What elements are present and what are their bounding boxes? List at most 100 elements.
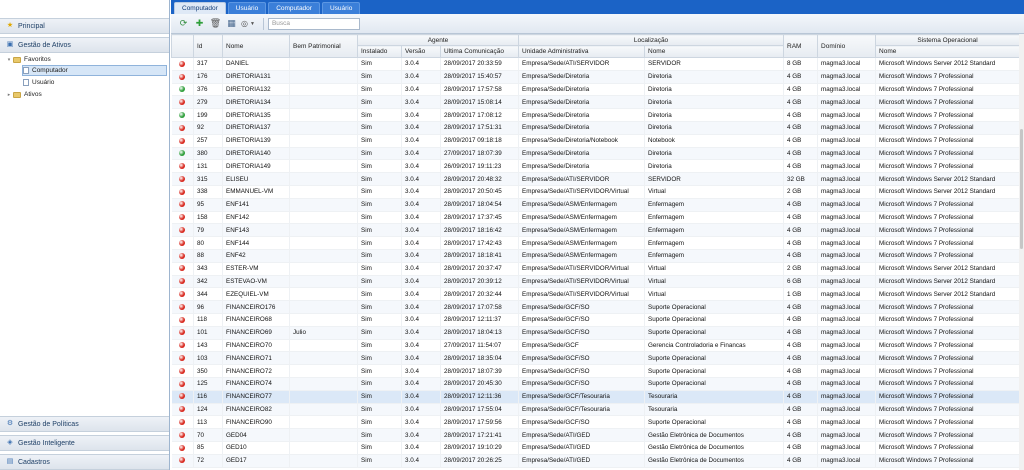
panel-gestao-politicas[interactable]: ⚙ Gestão de Políticas	[0, 416, 169, 432]
panel-cadastros-label: Cadastros	[18, 458, 50, 466]
cell-localizacao: Suporte Operacional	[644, 351, 785, 366]
table-row[interactable]: 116 FINANCEIRO77 Sim 3.0.4 28/09/2017 12:11:…	[171, 390, 1021, 404]
cell-ultima-comunicacao: 27/09/2017 18:07:39	[440, 147, 519, 161]
table-row[interactable]: 95 ENF141 Sim 3.0.4 28/09/2017 18:04:54 Empre…	[171, 198, 1021, 212]
table-row[interactable]: 143 FINANCEIRO70 Sim 3.0.4 27/09/2017 11:54:…	[171, 339, 1021, 353]
cell-sistema-operacional: Microsoft Windows 7 Professional	[875, 83, 1021, 97]
expand-icon[interactable]: ▸	[6, 92, 12, 98]
table-row[interactable]: 380 DIRETORIA140 Sim 3.0.4 27/09/2017 18:07:…	[171, 147, 1021, 161]
tree-item-ativos[interactable]: ▸ Ativos	[6, 89, 42, 100]
table-row[interactable]: 342 ESTEVAO-VM Sim 3.0.4 28/09/2017 20:39:12…	[171, 275, 1021, 289]
cell-nome: FINANCEIRO71	[222, 351, 290, 366]
column-unidade-administrativa[interactable]: Unidade Administrativa	[518, 45, 645, 58]
column-bem-patrimonial[interactable]: Bem Patrimonial	[289, 34, 358, 58]
cell-sistema-operacional: Microsoft Windows 7 Professional	[875, 147, 1021, 161]
table-row[interactable]: 158 ENF142 Sim 3.0.4 28/09/2017 17:37:45 Empr…	[171, 211, 1021, 225]
add-icon[interactable]: ✚	[193, 17, 206, 30]
cell-versao: 3.0.4	[401, 108, 441, 122]
group-header-sistema: Sistema Operacional	[875, 34, 1021, 46]
table-row[interactable]: 176 DIRETORIA131 Sim 3.0.4 28/09/2017 15:40:…	[171, 70, 1021, 84]
cell-dominio: magma3.local	[817, 428, 877, 442]
table-row[interactable]: 199 DIRETORIA135 Sim 3.0.4 28/09/2017 17:08:…	[171, 108, 1021, 122]
cell-ram: 4 GB	[783, 390, 819, 404]
column-id[interactable]: Id	[193, 34, 223, 58]
table-row[interactable]: 376 DIRETORIA132 Sim 3.0.4 28/09/2017 17:57:…	[171, 83, 1021, 97]
panel-cadastros[interactable]: ▤ Cadastros	[0, 454, 169, 470]
search-input[interactable]	[267, 17, 360, 30]
table-row[interactable]: 124 FINANCEIRO82 Sim 3.0.4 28/09/2017 17:55:…	[171, 403, 1021, 417]
tree-item-favoritos[interactable]: ▾ Favoritos	[6, 54, 51, 65]
cell-localizacao: SERVIDOR	[644, 57, 785, 71]
column-nome[interactable]: Nome	[222, 34, 290, 58]
cell-versao: 3.0.4	[401, 287, 441, 302]
table-row[interactable]: 79 ENF143 Sim 3.0.4 28/09/2017 18:16:42 Empre…	[171, 223, 1021, 238]
column-versao[interactable]: Versão	[401, 45, 441, 58]
panel-principal[interactable]: ★ Principal	[0, 18, 169, 34]
table-row[interactable]: 118 FINANCEIRO68 Sim 3.0.4 28/09/2017 12:11:…	[171, 313, 1021, 327]
table-row[interactable]: 70 GED04 Sim 3.0.4 28/09/2017 17:21:41 Empres…	[171, 428, 1021, 442]
column-so-nome[interactable]: Nome	[875, 45, 1021, 58]
cell-ram: 4 GB	[783, 441, 819, 455]
cell-sistema-operacional: Microsoft Windows 7 Professional	[875, 403, 1021, 417]
table-row[interactable]: 343 ESTER-VM Sim 3.0.4 28/09/2017 20:37:47 Em…	[171, 262, 1021, 276]
export-icon[interactable]: ▦	[225, 17, 238, 30]
scrollbar-thumb[interactable]	[1020, 129, 1023, 249]
table-row[interactable]: 338 EMMANUEL-VM Sim 3.0.4 28/09/2017 20:50:4…	[171, 185, 1021, 199]
column-status[interactable]	[171, 34, 194, 58]
table-row[interactable]: 92 DIRETORIA137 Sim 3.0.4 28/09/2017 17:51:3…	[171, 121, 1021, 135]
column-ultima-comunicacao[interactable]: Ultima Comunicação	[440, 45, 519, 58]
cell-id: 380	[193, 147, 223, 161]
table-row[interactable]: 80 ENF144 Sim 3.0.4 28/09/2017 17:42:43 Empre…	[171, 236, 1021, 250]
cell-ultima-comunicacao: 28/09/2017 17:59:56	[440, 415, 519, 430]
cell-unidade-administrativa: Empresa/Sede/ATI/GED	[518, 428, 645, 442]
delete-icon[interactable]: 🗑	[209, 17, 222, 30]
cell-ram: 4 GB	[783, 147, 819, 161]
cell-dominio: magma3.local	[817, 108, 877, 122]
cell-instalado: Sim	[357, 339, 402, 353]
table-row[interactable]: 72 GED17 Sim 3.0.4 28/09/2017 20:26:25 Empres…	[171, 454, 1021, 468]
cell-instalado: Sim	[357, 275, 402, 289]
table-row[interactable]: 131 DIRETORIA149 Sim 3.0.4 26/09/2017 19:11:…	[171, 159, 1021, 174]
table-row[interactable]: 125 FINANCEIRO74 Sim 3.0.4 28/09/2017 20:45:…	[171, 377, 1021, 391]
tree-item-usuario[interactable]: Usuário	[23, 77, 54, 88]
table-row[interactable]: 279 DIRETORIA134 Sim 3.0.4 28/09/2017 15:08:…	[171, 95, 1021, 110]
cell-sistema-operacional: Microsoft Windows 7 Professional	[875, 134, 1021, 148]
table-row[interactable]: 101 FINANCEIRO69 Julio Sim 3.0.4 28/09/2017 1…	[171, 326, 1021, 340]
cell-status	[171, 313, 194, 327]
tab-computador-2[interactable]: Computador	[268, 2, 320, 14]
tree-item-computador[interactable]: Computador	[22, 65, 167, 76]
panel-gestao-inteligente[interactable]: ◈ Gestão Inteligente	[0, 435, 169, 451]
table-row[interactable]: 317 DANIEL Sim 3.0.4 28/09/2017 20:33:59 Empr…	[171, 57, 1021, 71]
table-row[interactable]: 103 FINANCEIRO71 Sim 3.0.4 28/09/2017 18:35:…	[171, 351, 1021, 366]
column-dominio[interactable]: Domínio	[817, 34, 877, 58]
cell-dominio: magma3.local	[817, 95, 877, 110]
cell-sistema-operacional: Microsoft Windows 7 Professional	[875, 364, 1021, 378]
panel-gestao-ativos[interactable]: ▣ Gestão de Ativos	[0, 37, 169, 53]
collapse-icon[interactable]: ▾	[6, 57, 12, 63]
tab-computador[interactable]: Computador	[174, 2, 226, 14]
table-row[interactable]: 344 EZEQUIEL-VM Sim 3.0.4 28/09/2017 20:32:4…	[171, 287, 1021, 302]
table-row[interactable]: 315 ELISEU Sim 3.0.4 28/09/2017 20:48:32 Empr…	[171, 172, 1021, 186]
cell-nome: DANIEL	[222, 57, 290, 71]
table-row[interactable]: 257 DIRETORIA139 Sim 3.0.4 28/09/2017 09:18:…	[171, 134, 1021, 148]
refresh-icon[interactable]: ⟳	[177, 17, 190, 30]
vertical-scrollbar[interactable]	[1019, 34, 1024, 470]
cell-unidade-administrativa: Empresa/Sede/ATI/SERVIDOR	[518, 57, 645, 71]
table-row[interactable]: 350 FINANCEIRO72 Sim 3.0.4 28/09/2017 18:07:…	[171, 364, 1021, 378]
cell-ram: 4 GB	[783, 313, 819, 327]
filter-dropdown[interactable]: ◎ ▼	[241, 19, 255, 28]
cell-versao: 3.0.4	[401, 403, 441, 417]
cell-bem-patrimonial	[289, 262, 358, 276]
column-ram[interactable]: RAM	[783, 34, 819, 58]
column-localizacao-nome[interactable]: Nome	[643, 45, 785, 58]
cell-ultima-comunicacao: 28/09/2017 20:48:32	[440, 172, 519, 186]
table-row[interactable]: 113 FINANCEIRO90 Sim 3.0.4 28/09/2017 17:59:…	[171, 415, 1021, 430]
tab-usuario[interactable]: Usuário	[227, 2, 267, 14]
table-row[interactable]: 88 ENF42 Sim 3.0.4 28/09/2017 18:18:41 Empres…	[171, 249, 1021, 263]
table-row[interactable]: 96 FINANCEIRO176 Sim 3.0.4 28/09/2017 17:07:…	[171, 300, 1021, 314]
column-instalado[interactable]: Instalado	[357, 45, 402, 58]
cell-versao: 3.0.4	[401, 364, 441, 378]
cell-localizacao: Virtual	[644, 287, 785, 302]
table-row[interactable]: 85 GED10 Sim 3.0.4 28/09/2017 19:10:29 Empres…	[171, 441, 1021, 455]
tab-usuario-2[interactable]: Usuário	[321, 2, 361, 14]
